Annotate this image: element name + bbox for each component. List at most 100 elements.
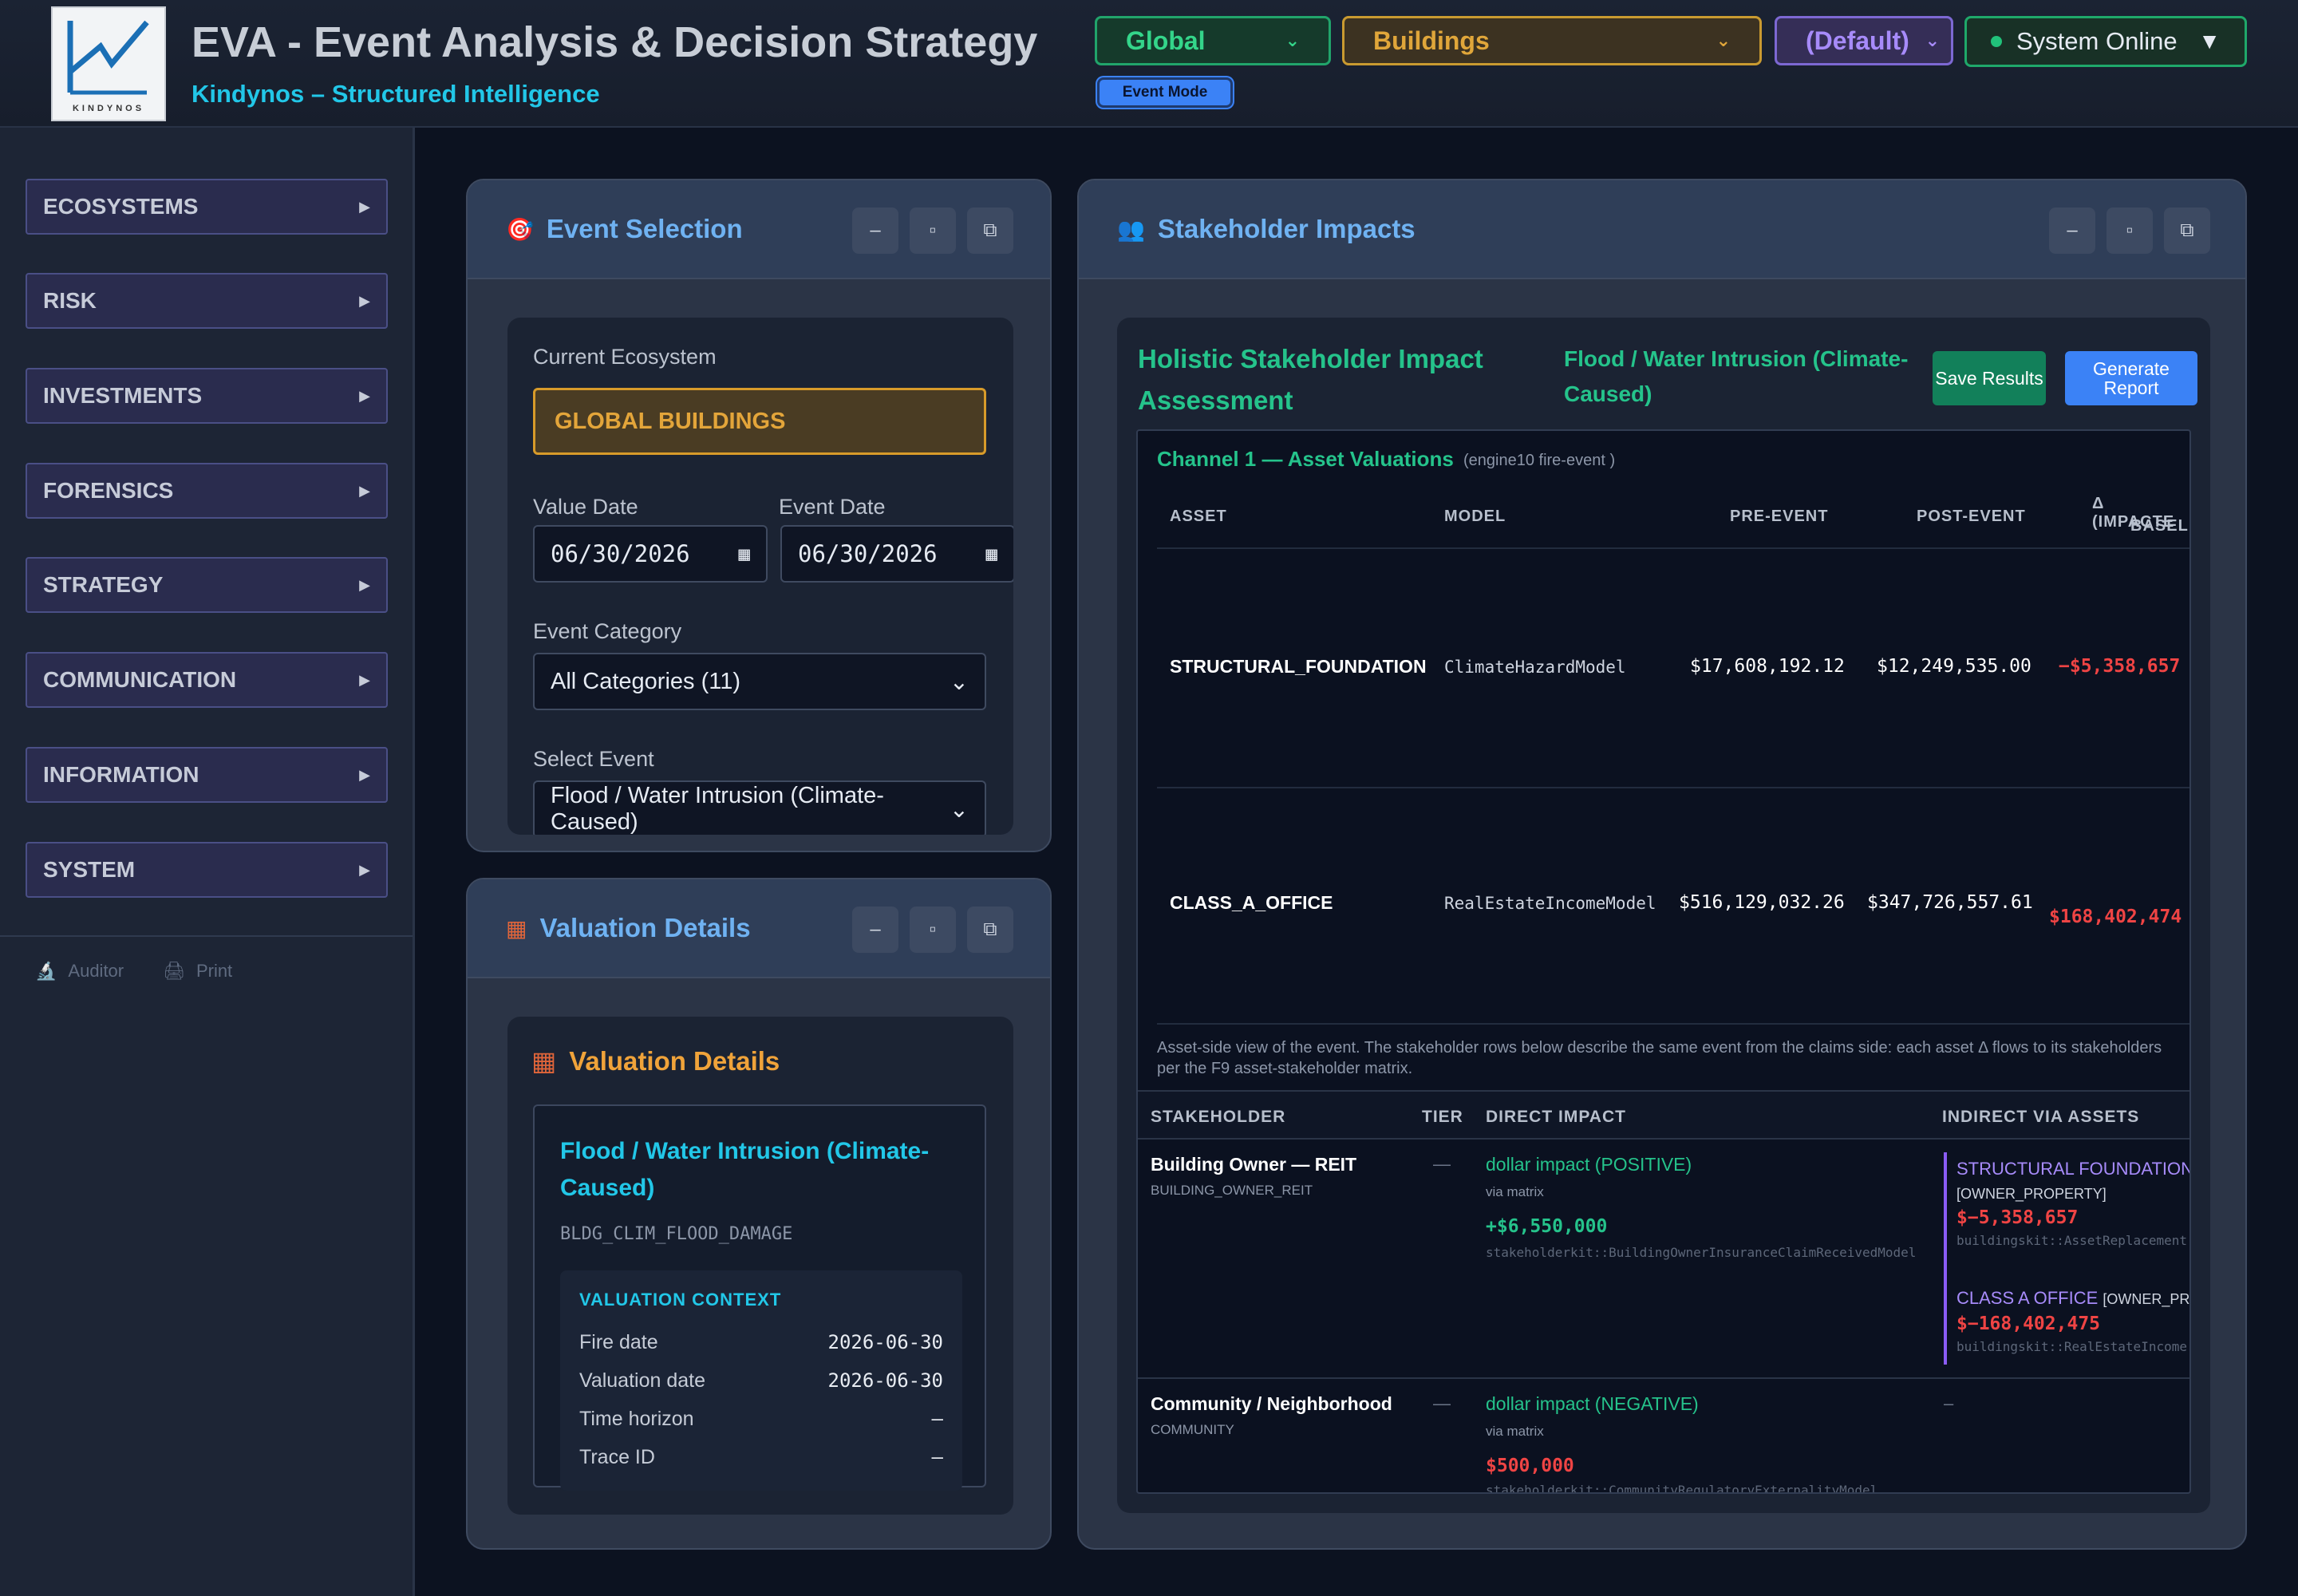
- ecosystem-select[interactable]: Buildings ⌄: [1342, 16, 1762, 65]
- valuation-heading: ▦ Valuation Details: [531, 1045, 780, 1077]
- sidebar-item-forensics[interactable]: FORENSICS ▶: [26, 463, 388, 519]
- column-header-direct-impact: DIRECT IMPACT: [1486, 1108, 1626, 1126]
- row-divider: [1138, 1377, 2189, 1379]
- indirect-asset-item: STRUCTURAL FOUNDATION [OWNER_PROPERTY] $…: [1944, 1152, 2189, 1278]
- print-button[interactable]: 🖨 Print: [163, 961, 232, 982]
- value-date-input[interactable]: 06/30/2026 ▦: [533, 525, 768, 583]
- sidebar-item-ecosystems[interactable]: ECOSYSTEMS ▶: [26, 179, 388, 235]
- indirect-asset-amount: $−168,402,475: [1956, 1314, 2101, 1334]
- direct-impact-model: stakeholderkit::CommunityRegulatoryExter…: [1486, 1483, 1878, 1494]
- maximize-button[interactable]: ▫: [910, 207, 956, 254]
- panel-title: 👥 Stakeholder Impacts: [1117, 214, 1416, 244]
- system-status-dropdown[interactable]: System Online ▼: [1964, 16, 2247, 67]
- column-header-tier: TIER: [1422, 1108, 1463, 1126]
- asset-delta: −$5,358,657: [2059, 656, 2181, 677]
- event-date-input[interactable]: 06/30/2026 ▦: [780, 525, 1013, 583]
- indirect-asset-item: CLASS A OFFICE [OWNER_PROF $−168,402,475…: [1944, 1278, 2189, 1365]
- row-divider: [1157, 1023, 2189, 1025]
- profile-select[interactable]: (Default) ⌄: [1775, 16, 1953, 65]
- stakeholder-impacts-panel: 👥 Stakeholder Impacts – ▫ ⧉ Holistic Sta…: [1077, 179, 2247, 1550]
- indirect-asset-tag: [OWNER_PROPERTY]: [1956, 1186, 2106, 1202]
- column-header-stakeholder: STAKEHOLDER: [1151, 1108, 1286, 1126]
- valuation-event-card: Flood / Water Intrusion (Climate-Caused)…: [533, 1104, 986, 1491]
- minimize-button[interactable]: –: [852, 207, 898, 254]
- sidebar-item-label: INFORMATION: [43, 762, 199, 787]
- sidebar-divider: [0, 935, 413, 937]
- indirect-asset-model: buildingskit::RealEstateIncome: [1956, 1339, 2187, 1354]
- valuation-event-code: BLDG_CLIM_FLOOD_DAMAGE: [560, 1224, 793, 1244]
- scope-select[interactable]: Global ⌄: [1095, 16, 1331, 65]
- asset-post-event: $347,726,557.61: [1867, 892, 2033, 913]
- stakeholder-assessment-card: Holistic Stakeholder Impact Assessment F…: [1117, 318, 2210, 1513]
- asset-name: STRUCTURAL_FOUNDATION: [1170, 656, 1427, 677]
- app-header: KINDYNOS EVA - Event Analysis & Decision…: [0, 0, 2298, 128]
- triangle-down-icon: ▼: [2198, 29, 2221, 53]
- asset-pre-event: $516,129,032.26: [1679, 892, 1845, 913]
- sidebar-item-communication[interactable]: COMMUNICATION ▶: [26, 652, 388, 708]
- sidebar-item-strategy[interactable]: STRATEGY ▶: [26, 557, 388, 613]
- panel-header: 👥 Stakeholder Impacts – ▫ ⧉: [1079, 180, 2245, 279]
- triangle-right-icon: ▶: [359, 387, 370, 404]
- asset-model: RealEstateIncomeModel: [1444, 894, 1656, 913]
- chevron-down-icon: ⌄: [1285, 30, 1300, 50]
- logo-mark-icon: [67, 20, 149, 95]
- minimize-button[interactable]: –: [852, 907, 898, 953]
- popout-button[interactable]: ⧉: [967, 207, 1013, 254]
- popout-button[interactable]: ⧉: [967, 907, 1013, 953]
- sidebar-item-investments[interactable]: INVESTMENTS ▶: [26, 368, 388, 424]
- calendar-icon[interactable]: ▦: [986, 543, 997, 565]
- popout-button[interactable]: ⧉: [2164, 207, 2210, 254]
- select-event-dropdown[interactable]: Flood / Water Intrusion (Climate-Caused)…: [533, 780, 986, 835]
- stakeholder-name: Community / Neighborhood: [1151, 1393, 1392, 1414]
- kindynos-logo: KINDYNOS: [51, 6, 166, 121]
- calendar-icon[interactable]: ▦: [739, 543, 750, 565]
- generate-report-button[interactable]: Generate Report: [2065, 351, 2197, 405]
- channel-subtitle: (engine10 fire-event ): [1463, 452, 1616, 469]
- select-event-label: Select Event: [533, 747, 654, 771]
- context-row-valuation-date: Valuation date 2026-06-30: [579, 1369, 943, 1393]
- current-ecosystem-label: Current Ecosystem: [533, 345, 717, 369]
- sidebar: ECOSYSTEMS ▶ RISK ▶ INVESTMENTS ▶ FORENSICS…: [0, 128, 415, 1596]
- event-selection-title: Event Selection: [546, 214, 743, 243]
- direct-impact-label: dollar impact (NEGATIVE): [1486, 1393, 1699, 1414]
- panel-header: ▦ Valuation Details – ▫ ⧉: [468, 879, 1050, 978]
- context-label: Trace ID: [579, 1446, 655, 1468]
- column-header-baseline: BASELI: [2130, 517, 2191, 535]
- auditor-button[interactable]: 🔬 Auditor: [35, 961, 124, 982]
- sidebar-item-label: COMMUNICATION: [43, 667, 237, 692]
- asset-post-event: $12,249,535.00: [1877, 656, 2031, 677]
- results-table-container[interactable]: Channel 1 — Asset Valuations (engine10 f…: [1136, 429, 2191, 1494]
- indirect-asset-model: buildingskit::AssetReplacement: [1956, 1233, 2187, 1248]
- triangle-right-icon: ▶: [359, 482, 370, 499]
- maximize-button[interactable]: ▫: [2106, 207, 2153, 254]
- sidebar-item-system[interactable]: SYSTEM ▶: [26, 842, 388, 898]
- maximize-button[interactable]: ▫: [910, 907, 956, 953]
- triangle-right-icon: ▶: [359, 576, 370, 593]
- select-event-value: Flood / Water Intrusion (Climate-Caused): [551, 783, 884, 835]
- sidebar-item-risk[interactable]: RISK ▶: [26, 273, 388, 329]
- sidebar-item-label: INVESTMENTS: [43, 383, 203, 408]
- asset-note: Asset-side view of the event. The stakeh…: [1157, 1039, 2162, 1077]
- save-results-button[interactable]: Save Results: [1933, 351, 2046, 405]
- indirect-asset-name: CLASS A OFFICE: [1956, 1288, 2099, 1308]
- context-label: Time horizon: [579, 1408, 694, 1430]
- print-label: Print: [195, 961, 233, 981]
- column-header-asset: ASSET: [1170, 508, 1227, 525]
- context-row-fire-date: Fire date 2026-06-30: [579, 1331, 943, 1354]
- sidebar-item-information[interactable]: INFORMATION ▶: [26, 747, 388, 803]
- triangle-right-icon: ▶: [359, 861, 370, 878]
- chevron-down-icon: ⌄: [949, 796, 969, 823]
- event-mode-button[interactable]: Event Mode: [1097, 77, 1233, 108]
- event-category-select[interactable]: All Categories (11) ⌄: [533, 653, 986, 710]
- channel-title: Channel 1 — Asset Valuations: [1157, 447, 1454, 471]
- column-header-pre-event: PRE-EVENT: [1730, 508, 1829, 525]
- direct-impact-amount: $500,000: [1486, 1456, 1574, 1476]
- stakeholder-table-header: STAKEHOLDER TIER DIRECT IMPACT INDIRECT …: [1138, 1090, 2189, 1140]
- panel-title: ▦ Valuation Details: [506, 913, 751, 943]
- asset-model: ClimateHazardModel: [1444, 658, 1626, 677]
- context-value: —: [931, 1446, 943, 1468]
- column-header-indirect: INDIRECT VIA ASSETS: [1942, 1108, 2140, 1126]
- target-icon: 🎯: [506, 216, 534, 242]
- value-date-label: Value Date: [533, 495, 638, 519]
- minimize-button[interactable]: –: [2049, 207, 2095, 254]
